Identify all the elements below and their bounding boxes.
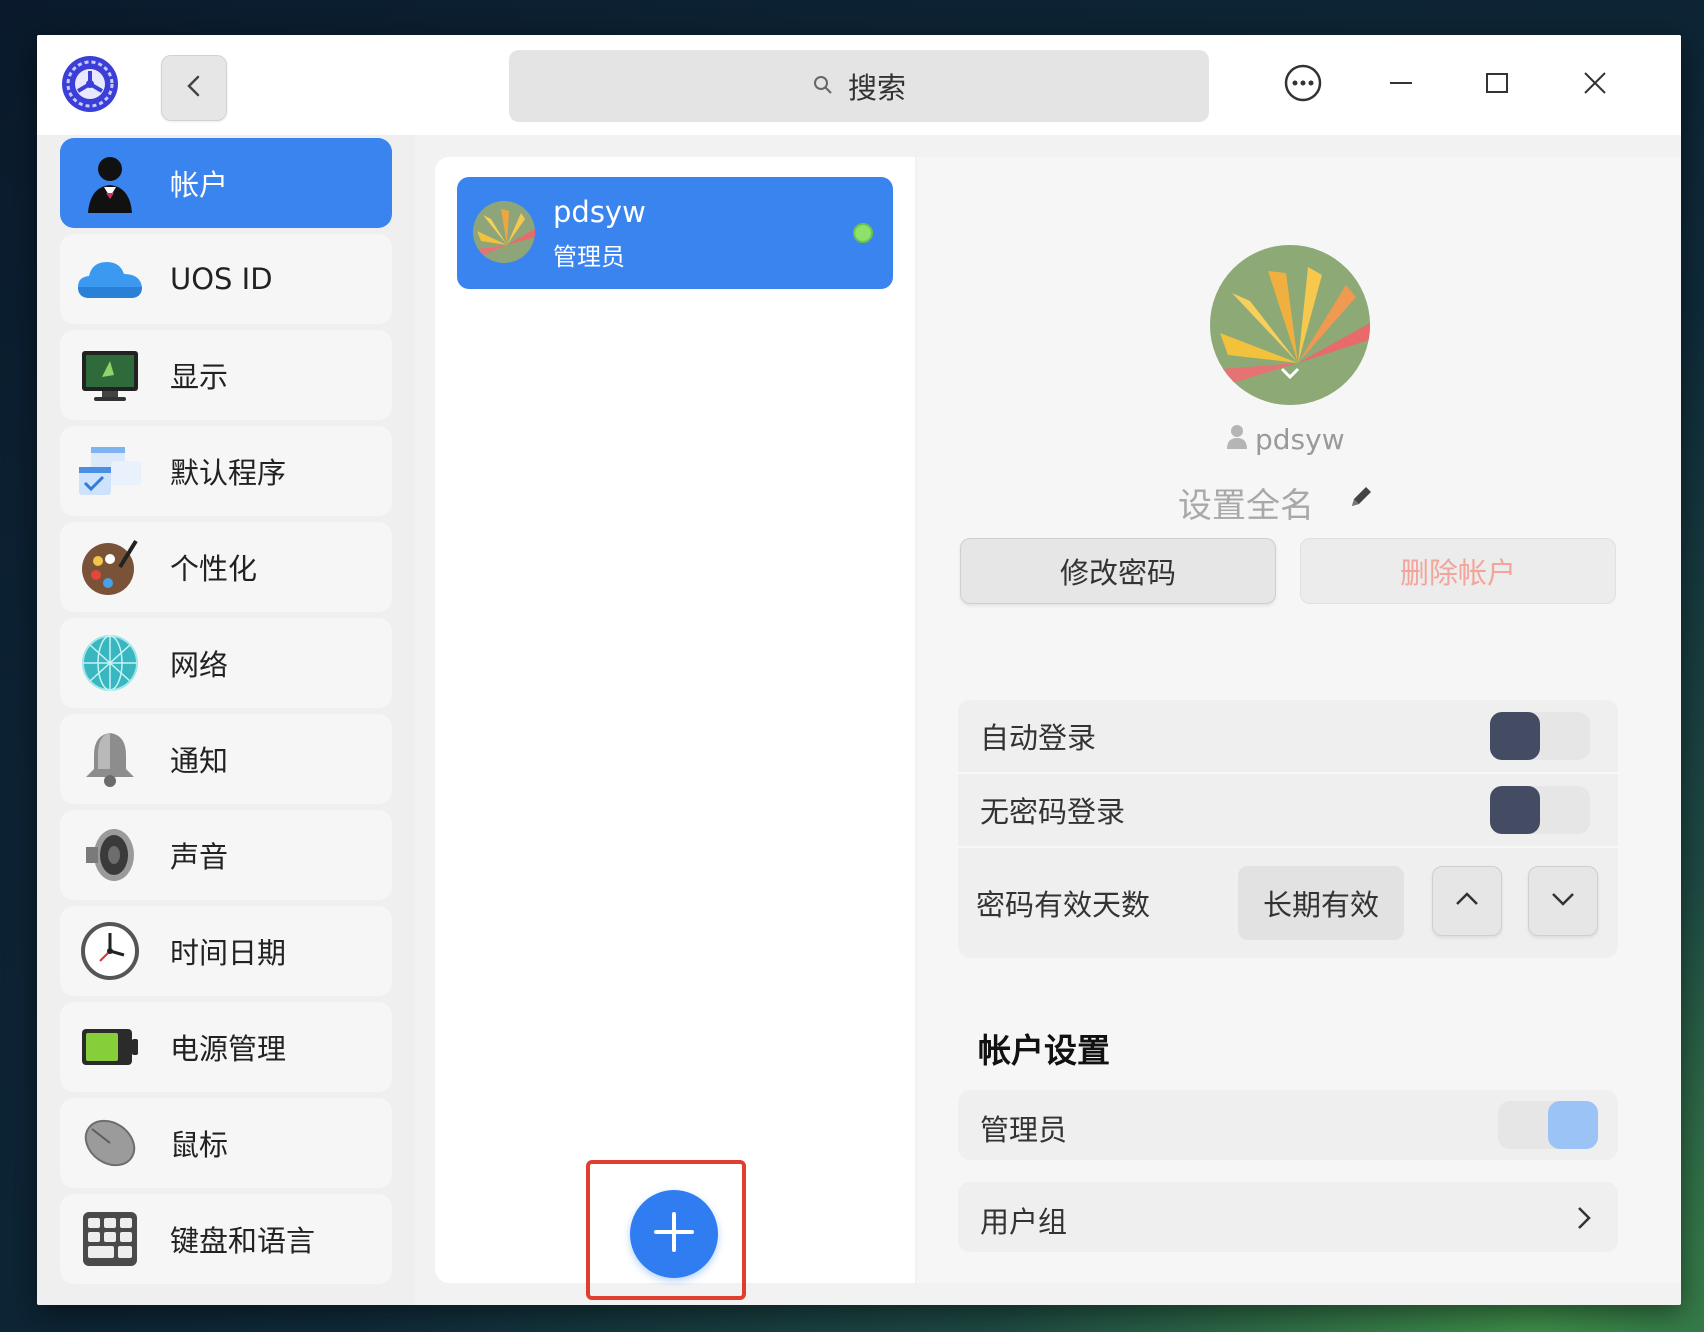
sidebar-item-label: 时间日期 [170,936,287,970]
edit-fullname-button[interactable] [1348,484,1374,514]
user-name: pdsyw [553,195,646,229]
close-icon [1580,68,1610,102]
control-center-logo-icon [61,55,119,113]
sidebar-item-datetime[interactable]: 时间日期 [60,906,392,996]
minimize-button[interactable] [1373,57,1429,113]
close-button[interactable] [1567,57,1623,113]
chevron-down-icon [1550,891,1576,911]
maximize-button[interactable] [1469,57,1525,113]
toggle-knob [1490,786,1540,834]
sidebar: 帐户 UOS ID 显示 默认程序 个性化 网络 通知 声音 时间日期 电源管理… [37,135,415,1305]
network-globe-icon [75,628,145,698]
plus-icon [652,1210,696,1258]
avatar [473,201,535,263]
sidebar-item-label: 网络 [170,648,229,682]
search-placeholder: 搜索 [847,71,906,105]
sidebar-item-personalization[interactable]: 个性化 [60,522,392,612]
sidebar-item-sound[interactable]: 声音 [60,810,392,900]
passwordless-login-label: 无密码登录 [980,795,1126,829]
pencil-icon [1348,487,1374,514]
keyboard-icon [75,1204,145,1274]
delete-account-button[interactable]: 删除帐户 [1300,538,1616,604]
administrator-row: 管理员 [958,1090,1618,1160]
user-list-item[interactable]: pdsyw 管理员 [457,177,893,289]
sidebar-item-label: 默认程序 [170,456,287,490]
sidebar-item-label: 键盘和语言 [170,1224,316,1258]
auto-login-label: 自动登录 [980,721,1097,755]
sidebar-item-keyboard[interactable]: 键盘和语言 [60,1194,392,1284]
search-icon [812,69,834,103]
administrator-toggle[interactable] [1498,1101,1598,1149]
user-group-label: 用户组 [980,1205,1068,1239]
chevron-left-icon [184,74,204,102]
passwordless-login-toggle[interactable] [1490,786,1590,834]
sidebar-item-notification[interactable]: 通知 [60,714,392,804]
display-icon [75,340,145,410]
validity-decrease-button[interactable] [1528,866,1598,936]
bell-icon [75,724,145,794]
clock-icon [75,916,145,986]
sidebar-item-label: UOS ID [170,262,273,296]
user-group-row[interactable]: 用户组 [958,1182,1618,1252]
change-password-button[interactable]: 修改密码 [960,538,1276,604]
add-user-button[interactable] [630,1190,718,1278]
sidebar-item-power[interactable]: 电源管理 [60,1002,392,1092]
menu-more-button[interactable] [1275,57,1331,113]
sidebar-item-label: 个性化 [170,552,258,586]
chevron-right-icon [1576,1204,1592,1238]
palette-icon [75,532,145,602]
fullname-field[interactable]: 设置全名 [1178,478,1314,527]
passwordless-login-row: 无密码登录 [958,774,1618,846]
validity-increase-button[interactable] [1432,866,1502,936]
search-input[interactable]: 搜索 [509,50,1209,122]
more-options-icon [1283,63,1323,107]
cloud-icon [75,244,145,314]
user-list-panel: pdsyw 管理员 [435,157,915,1283]
account-icon [75,148,145,218]
battery-icon [75,1012,145,1082]
sidebar-item-display[interactable]: 显示 [60,330,392,420]
sidebar-item-default-apps[interactable]: 默认程序 [60,426,392,516]
sidebar-item-label: 声音 [170,840,229,874]
sidebar-item-label: 电源管理 [170,1032,287,1066]
sidebar-item-account[interactable]: 帐户 [60,138,392,228]
sidebar-item-label: 帐户 [170,168,229,202]
auto-login-toggle[interactable] [1490,712,1590,760]
user-role: 管理员 [553,243,625,271]
maximize-icon [1482,68,1512,102]
password-validity-value[interactable]: 长期有效 [1238,866,1404,940]
user-icon [1225,423,1249,456]
default-apps-icon [75,436,145,506]
mouse-icon [75,1108,145,1178]
sidebar-item-label: 鼠标 [170,1128,229,1162]
auto-login-row: 自动登录 [958,700,1618,772]
chevron-up-icon [1454,891,1480,911]
sidebar-item-network[interactable]: 网络 [60,618,392,708]
password-validity-label: 密码有效天数 [976,888,1151,922]
sidebar-item-uos-id[interactable]: UOS ID [60,234,392,324]
account-settings-title: 帐户设置 [978,1031,1110,1070]
sidebar-item-label: 通知 [170,744,229,778]
avatar-large[interactable] [1210,245,1370,405]
administrator-label: 管理员 [980,1113,1068,1147]
username-text: pdsyw [1255,423,1345,456]
minimize-icon [1386,68,1416,102]
toggle-knob [1548,1101,1598,1149]
sidebar-item-label: 显示 [170,360,229,394]
account-username: pdsyw [1225,423,1345,456]
toggle-knob [1490,712,1540,760]
online-status-indicator [853,223,873,243]
back-button[interactable] [161,55,227,121]
speaker-icon [75,820,145,890]
title-bar: 搜索 [37,35,1681,135]
sidebar-item-mouse[interactable]: 鼠标 [60,1098,392,1188]
